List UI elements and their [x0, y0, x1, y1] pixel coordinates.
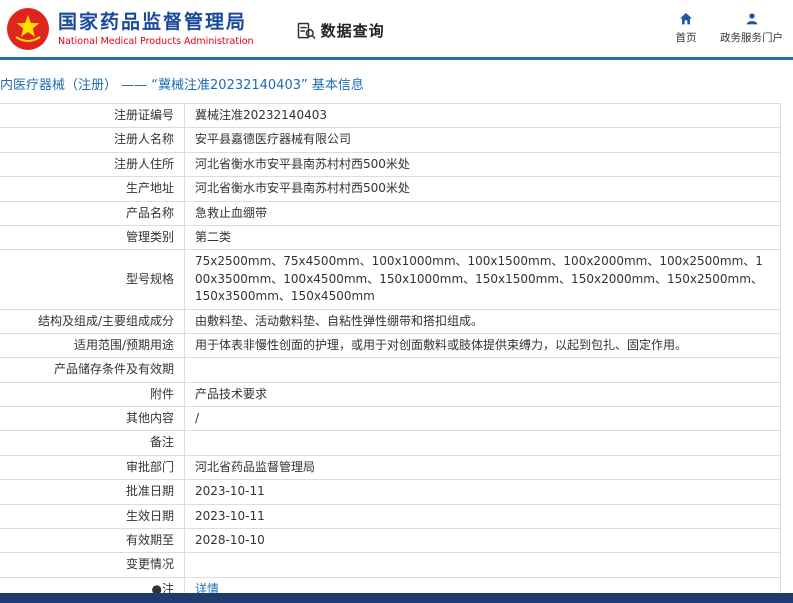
- user-icon: [744, 11, 760, 27]
- footer-bar: [0, 593, 793, 603]
- row-label: 型号规格: [0, 249, 185, 310]
- row-label: 管理类别: [0, 224, 185, 251]
- row-label: 审批部门: [0, 454, 185, 481]
- national-emblem-icon: [6, 7, 50, 51]
- row-label: 生产地址: [0, 176, 185, 202]
- table-row: 有效期至 2028-10-10: [0, 528, 781, 554]
- row-label: 产品储存条件及有效期: [0, 357, 185, 383]
- row-label: 生效日期: [0, 503, 185, 530]
- header: 国家药品监督管理局 National Medical Products Admi…: [0, 0, 793, 57]
- row-value: 2028-10-10: [184, 528, 781, 554]
- row-value: 第二类: [184, 224, 781, 251]
- site-logo[interactable]: 国家药品监督管理局 National Medical Products Admi…: [6, 7, 254, 51]
- row-value: 2023-10-11: [184, 503, 781, 530]
- row-label: 注册人名称: [0, 127, 185, 153]
- table-row: 管理类别 第二类: [0, 224, 781, 251]
- table-row: 其他内容 /: [0, 406, 781, 432]
- info-table-body: 注册证编号 冀械注准20232140403 注册人名称 安平县嘉德医疗器械有限公司 注册…: [0, 102, 781, 603]
- row-label: 批准日期: [0, 479, 185, 505]
- row-value: 产品技术要求: [184, 381, 781, 408]
- table-row: 生效日期 2023-10-11: [0, 503, 781, 530]
- site-title: 国家药品监督管理局: [58, 10, 248, 33]
- table-row: 结构及组成/主要组成成分 由敷料垫、活动敷料垫、自粘性弹性绷带和搭扣组成。: [0, 308, 781, 334]
- row-label: 产品名称: [0, 200, 185, 226]
- row-label: 注册人住所: [0, 151, 185, 178]
- row-value: 75x2500mm、75x4500mm、100x1000mm、100x1500m…: [184, 249, 781, 310]
- data-query-icon: [296, 21, 316, 41]
- data-query-label: 数据查询: [320, 22, 385, 40]
- home-icon: [678, 11, 694, 27]
- table-row: 备注: [0, 430, 781, 456]
- nav-home-label: 首页: [675, 32, 697, 44]
- nav-home[interactable]: 首页: [666, 11, 706, 45]
- row-label: 结构及组成/主要组成成分: [0, 308, 185, 334]
- row-label: 注册证编号: [0, 102, 185, 129]
- row-label: 变更情况: [0, 552, 185, 578]
- row-value: [184, 430, 781, 456]
- table-row: 注册人住所 河北省衡水市安平县南苏村村西500米处: [0, 151, 781, 178]
- site-subtitle: National Medical Products Administration: [58, 36, 254, 48]
- row-value: [184, 552, 781, 578]
- row-value: 2023-10-11: [184, 479, 781, 505]
- row-value: 由敷料垫、活动敷料垫、自粘性弹性绷带和搭扣组成。: [184, 308, 781, 334]
- row-value: /: [184, 406, 781, 432]
- row-value: 安平县嘉德医疗器械有限公司: [184, 127, 781, 153]
- info-table: 注册证编号 冀械注准20232140403 注册人名称 安平县嘉德医疗器械有限公司 注册…: [0, 102, 781, 603]
- row-label: 适用范围/预期用途: [0, 332, 185, 359]
- table-row: 批准日期 2023-10-11: [0, 479, 781, 505]
- row-value: 河北省衡水市安平县南苏村村西500米处: [184, 176, 781, 202]
- logo-text: 国家药品监督管理局 National Medical Products Admi…: [58, 11, 254, 48]
- table-row: 变更情况: [0, 552, 781, 578]
- table-row: 型号规格 75x2500mm、75x4500mm、100x1000mm、100x1…: [0, 249, 781, 310]
- table-row: 适用范围/预期用途 用于体表非慢性创面的护理，或用于对创面敷料或肢体提供束缚力，以…: [0, 332, 781, 359]
- top-nav: 首页 政务服务门户: [666, 11, 783, 45]
- page-title: 内医疗器械（注册） —— “冀械注准20232140403” 基本信息: [0, 78, 364, 93]
- row-label: 附件: [0, 381, 185, 408]
- row-value: 河北省药品监督管理局: [184, 454, 781, 481]
- table-row: 注册证编号 冀械注准20232140403: [0, 102, 781, 129]
- row-label: 备注: [0, 430, 185, 456]
- row-value: 用于体表非慢性创面的护理，或用于对创面敷料或肢体提供束缚力，以起到包扎、固定作用…: [184, 332, 781, 359]
- row-value: 冀械注准20232140403: [184, 102, 781, 129]
- table-row: 产品名称 急救止血绷带: [0, 200, 781, 226]
- table-row: 产品储存条件及有效期: [0, 357, 781, 383]
- data-query-heading: 数据查询: [296, 20, 385, 41]
- nav-portal-label: 政务服务门户: [720, 32, 783, 44]
- table-row: 注册人名称 安平县嘉德医疗器械有限公司: [0, 127, 781, 153]
- table-row: 生产地址 河北省衡水市安平县南苏村村西500米处: [0, 176, 781, 202]
- row-value: 河北省衡水市安平县南苏村村西500米处: [184, 151, 781, 178]
- row-value: [184, 357, 781, 383]
- row-label: 其他内容: [0, 406, 185, 432]
- table-row: 附件 产品技术要求: [0, 381, 781, 408]
- row-value: 急救止血绷带: [184, 200, 781, 226]
- page: 国家药品监督管理局 National Medical Products Admi…: [0, 0, 793, 603]
- table-row: 审批部门 河北省药品监督管理局: [0, 454, 781, 481]
- row-label: 有效期至: [0, 528, 185, 554]
- nav-portal[interactable]: 政务服务门户: [720, 11, 783, 45]
